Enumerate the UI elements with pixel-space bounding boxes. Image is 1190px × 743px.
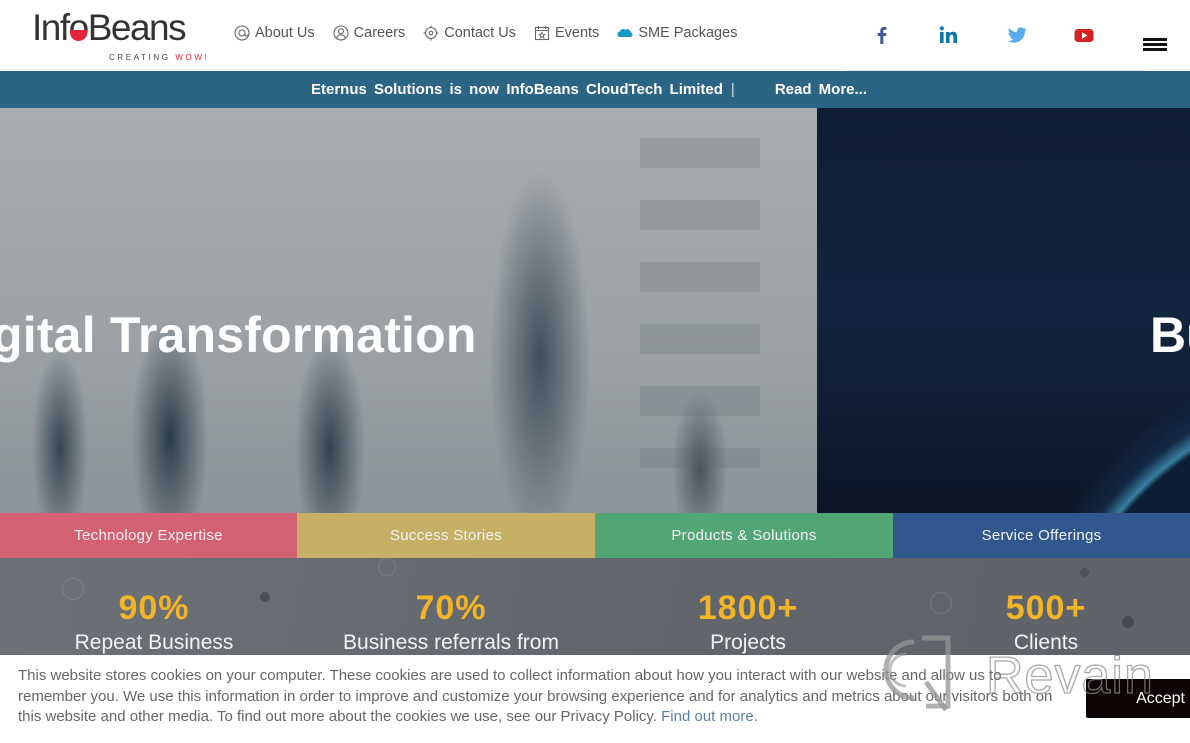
announcement-text: Eternus Solutions is now InfoBeans Cloud… [310, 81, 723, 98]
tab-products-solutions[interactable]: Products & Solutions [595, 513, 893, 558]
category-tabs: Technology Expertise Success Stories Pro… [0, 513, 1190, 558]
stat-label: Repeat Business [74, 631, 234, 654]
hamburger-menu-icon[interactable] [1143, 38, 1167, 52]
site-header: InfoBeans CREATING WOW! About Us Careers [0, 0, 1190, 72]
decor-dot [1080, 568, 1089, 577]
stat-value: 90% [118, 589, 190, 627]
stat-repeat-business: 90% Repeat Business [4, 588, 304, 658]
twitter-icon [1007, 27, 1027, 43]
stat-referrals: 70% Business referrals from [301, 588, 601, 658]
hero-title: gital Transformation [0, 307, 477, 363]
tab-service-offerings[interactable]: Service Offerings [893, 513, 1190, 558]
decor-circle [378, 558, 396, 576]
stat-label: Business referrals from [343, 631, 559, 654]
stat-clients: 500+ Clients [896, 588, 1190, 658]
cookie-text: This website stores cookies on your comp… [18, 667, 1053, 725]
tab-label: Success Stories [389, 527, 503, 544]
twitter-link[interactable] [1004, 22, 1030, 48]
stat-value: 1800+ [697, 589, 799, 627]
tagline-text: CREATING [109, 53, 171, 62]
youtube-link[interactable] [1071, 22, 1097, 48]
stat-label: Projects [710, 631, 786, 654]
hero-title-next: Bu [1150, 307, 1190, 363]
cookie-banner: This website stores cookies on your comp… [0, 655, 1190, 743]
announcement-bar: Eternus Solutions is now InfoBeans Cloud… [0, 71, 1190, 108]
cookie-message: This website stores cookies on your comp… [18, 666, 1068, 728]
facebook-link[interactable] [869, 22, 895, 48]
stat-value: 70% [415, 589, 487, 627]
announcement-separator: | [730, 81, 735, 98]
tab-technology-expertise[interactable]: Technology Expertise [0, 513, 297, 558]
linkedin-icon [939, 26, 957, 43]
linkedin-link[interactable] [936, 22, 962, 48]
stat-value: 500+ [1005, 589, 1087, 627]
hero-carousel: gital Transformation Bu [0, 108, 1190, 513]
social-links [0, 22, 1190, 48]
tab-label: Technology Expertise [74, 527, 223, 544]
stats-section: 90% Repeat Business 70% Business referra… [0, 558, 1190, 658]
tab-label: Products & Solutions [671, 527, 817, 544]
page: InfoBeans CREATING WOW! About Us Careers [0, 0, 1190, 743]
tab-success-stories[interactable]: Success Stories [297, 513, 595, 558]
find-out-more-link[interactable]: Find out more. [661, 708, 758, 725]
stat-label: Clients [1013, 631, 1079, 654]
tagline-wow: WOW! [175, 53, 210, 62]
hero-slide-earth[interactable] [817, 108, 1190, 513]
logo-tagline: CREATING WOW! [109, 53, 209, 62]
stat-projects: 1800+ Projects [598, 588, 898, 658]
tab-label: Service Offerings [981, 527, 1102, 544]
facebook-icon [877, 27, 887, 44]
accept-cookies-button[interactable]: Accept [1086, 679, 1190, 718]
background-building [640, 138, 760, 468]
youtube-icon [1074, 29, 1094, 42]
read-more-link[interactable]: Read More... [775, 81, 867, 98]
